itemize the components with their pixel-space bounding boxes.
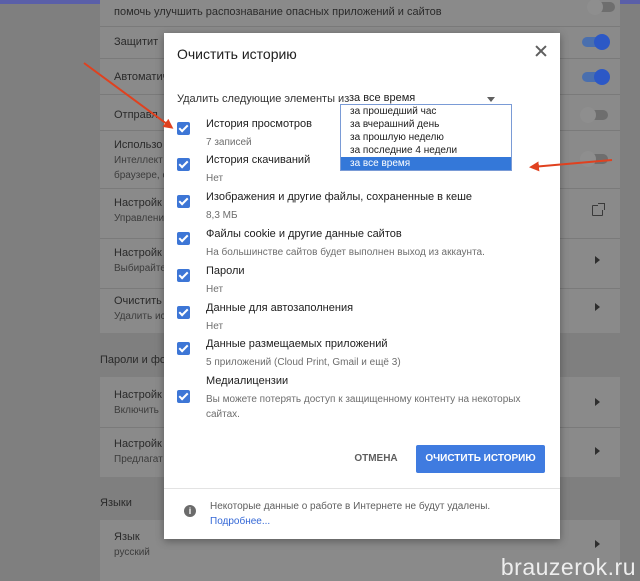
period-selected-value: за все время [349,92,416,104]
toggle-switch[interactable] [587,0,615,15]
dialog-title: Очистить историю [177,46,297,62]
list-item: Пароли Нет [177,265,547,301]
period-option[interactable]: за последние 4 недели [341,144,511,157]
media-licenses-checkbox[interactable] [177,390,190,403]
toggle-switch[interactable] [582,69,610,85]
list-item: Изображения и другие файлы, сохраненные … [177,191,547,227]
close-icon[interactable] [534,44,548,58]
settings-row-send[interactable]: Отправл [114,109,158,121]
download-history-checkbox[interactable] [177,158,190,171]
cancel-button[interactable]: ОТМЕНА [346,445,406,473]
item-title: История скачиваний [206,154,311,166]
chevron-right-icon[interactable] [595,540,600,548]
settings-row-clear-history[interactable]: Очистить Удалить ис [114,295,166,322]
chevron-right-icon[interactable] [595,303,600,311]
period-label: Удалить следующие элементы из [177,93,350,105]
chevron-right-icon[interactable] [595,447,600,455]
cookies-checkbox[interactable] [177,232,190,245]
settings-row-protect[interactable]: Защитит [114,36,158,48]
learn-more-link[interactable]: Подробнее... [210,516,270,527]
dropdown-arrow-icon [487,97,495,102]
divider [100,26,620,27]
period-option[interactable]: за прошлую неделю [341,131,511,144]
item-title: Пароли [206,265,245,277]
chevron-right-icon[interactable] [595,256,600,264]
settings-row-manage[interactable]: Настройк Управлени [114,197,164,224]
watermark: brauzerok.ru [500,554,636,580]
list-item: Файлы cookie и другие данные сайтов На б… [177,228,547,264]
item-title: Изображения и другие файлы, сохраненные … [206,191,473,203]
clear-history-button[interactable]: ОЧИСТИТЬ ИСТОРИЮ [416,445,545,473]
chevron-right-icon[interactable] [595,398,600,406]
item-subtitle: Вы можете потерять доступ к защищенному … [206,394,521,420]
toggle-switch[interactable] [582,34,610,50]
settings-row-use-service[interactable]: Использо Интеллект браузере, с [114,139,167,181]
clear-history-dialog: Очистить историю Удалить следующие элеме… [164,33,560,539]
item-title: История просмотров [206,118,312,130]
toggle-switch[interactable] [580,151,608,167]
item-title: Медиалицензии [206,375,289,387]
list-item: Данные размещаемых приложений 5 приложен… [177,338,547,374]
period-option[interactable]: за вчерашний день [341,118,511,131]
hosted-apps-checkbox[interactable] [177,342,190,355]
section-passwords-heading: Пароли и фор [100,354,173,366]
period-dropdown-list: за прошедший час за вчерашний день за пр… [340,104,512,171]
item-subtitle: 8,3 МБ [206,210,238,221]
info-icon: i [184,505,196,517]
cache-checkbox[interactable] [177,195,190,208]
browsing-history-checkbox[interactable] [177,122,190,135]
toggle-switch[interactable] [580,107,608,123]
autofill-checkbox[interactable] [177,306,190,319]
item-title: Файлы cookie и другие данные сайтов [206,228,402,240]
settings-row-language[interactable]: Язык русский [114,531,150,558]
dialog-footer: i Некоторые данные о работе в Интернете … [164,488,560,539]
settings-row-passwords[interactable]: Настройк Включить [114,389,162,416]
item-title: Данные размещаемых приложений [206,338,388,350]
list-item: Медиалицензии Вы можете потерять доступ … [177,375,547,427]
period-option[interactable]: за прошедший час [341,105,511,118]
settings-row-safe-browsing: помочь улучшить распознавание опасных пр… [114,6,442,18]
period-option-selected[interactable]: за все время [341,157,511,170]
passwords-checkbox[interactable] [177,269,190,282]
settings-row-autofill[interactable]: Настройк Предлагат [114,438,163,465]
section-languages-heading: Языки [100,497,132,509]
settings-row-content[interactable]: Настройк Выбирайте [114,247,166,274]
item-subtitle: На большинстве сайтов будет выполнен вых… [206,247,485,258]
item-subtitle: 5 приложений (Cloud Print, Gmail и ещё 3… [206,357,401,368]
footer-note: Некоторые данные о работе в Интернете не… [210,501,491,512]
list-item: Данные для автозаполнения Нет [177,302,547,338]
item-subtitle: Нет [206,173,224,184]
external-link-icon[interactable] [592,203,605,216]
item-subtitle: Нет [206,284,224,295]
item-subtitle: Нет [206,321,224,332]
settings-row-auto[interactable]: Автоматич [114,71,168,83]
item-title: Данные для автозаполнения [206,302,354,314]
